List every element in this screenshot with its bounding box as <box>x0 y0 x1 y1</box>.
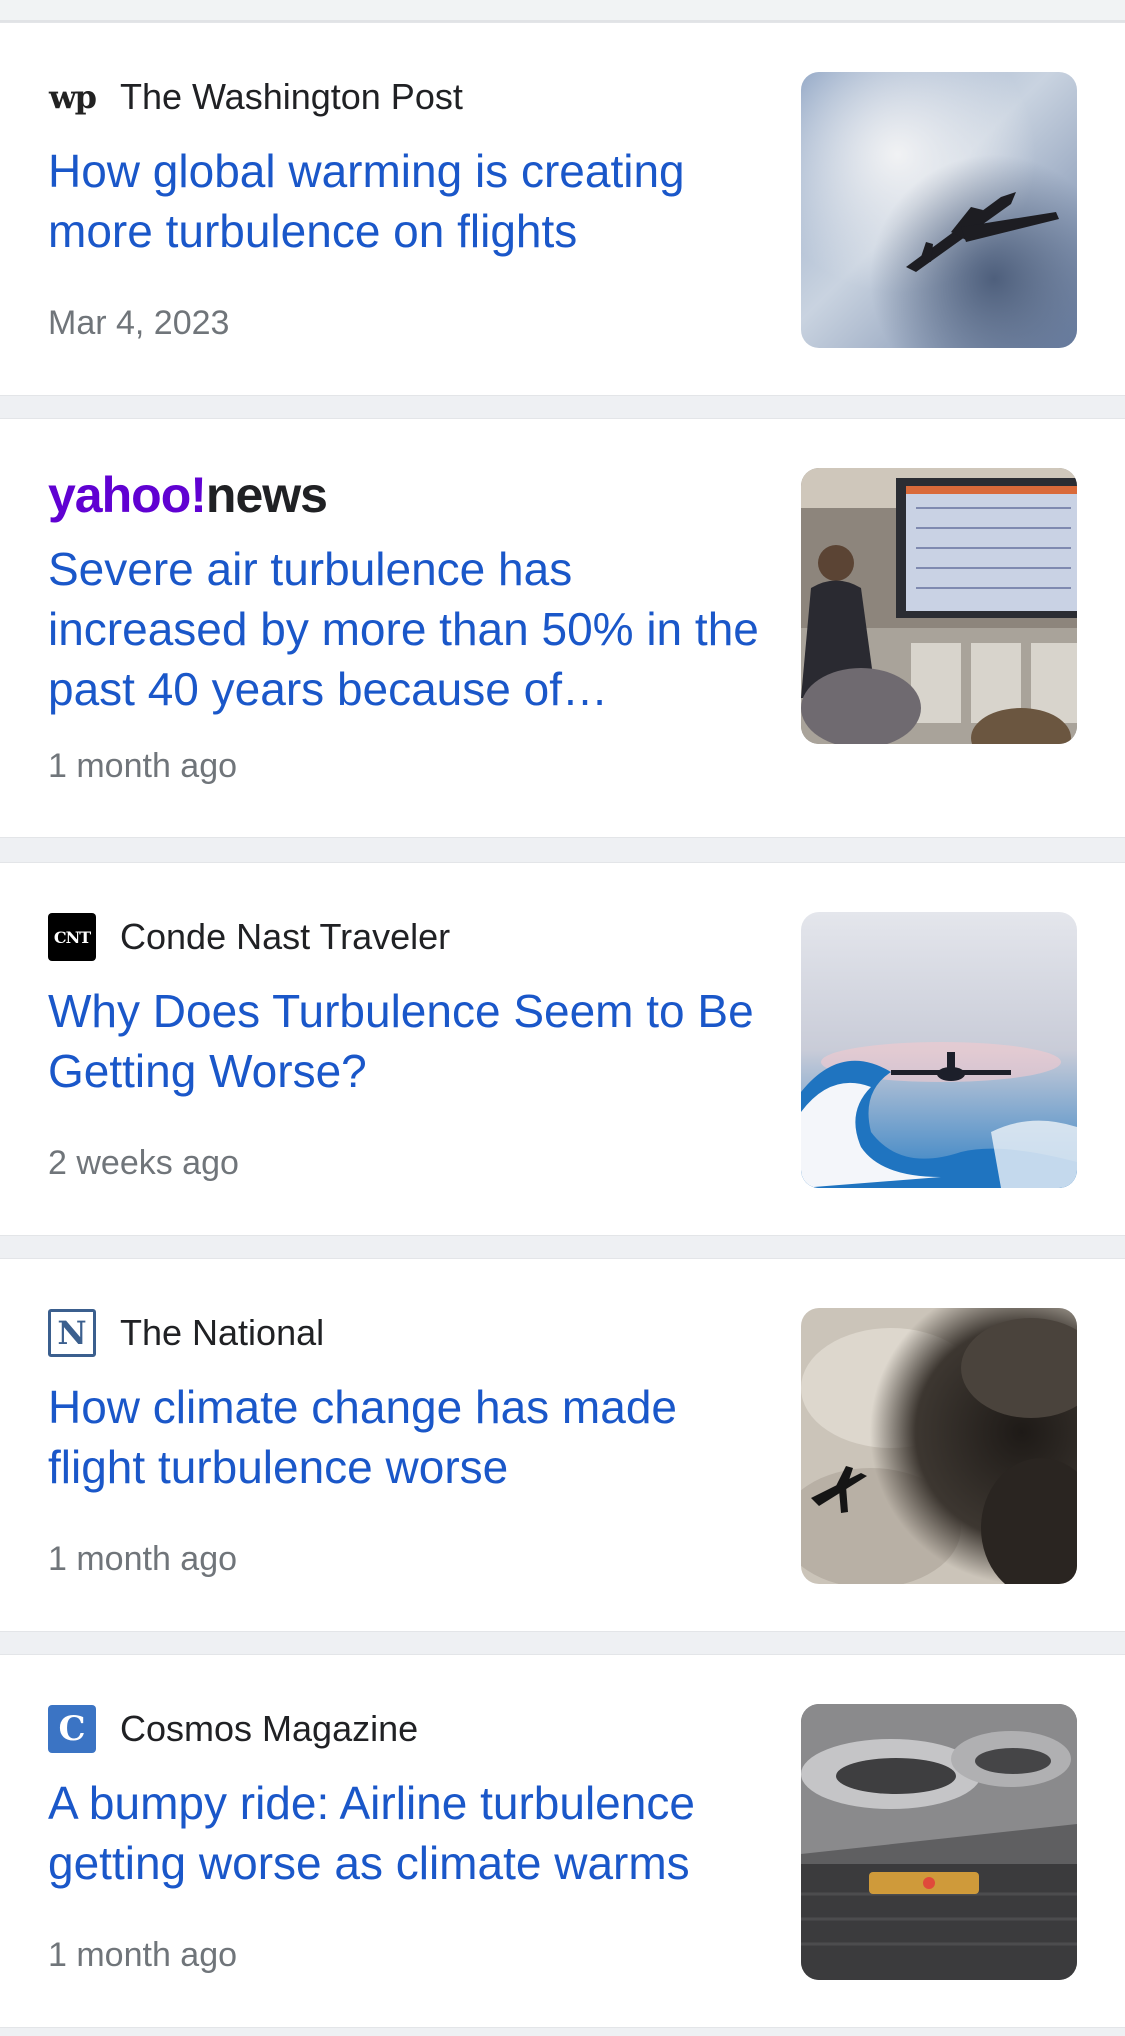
source-name: Cosmos Magazine <box>120 1708 419 1749</box>
publish-date: 2 weeks ago <box>48 1144 239 1182</box>
news-card-yahoo-news[interactable]: yahoo!news Severe air turbulence has inc… <box>0 418 1125 838</box>
cosmos-logo-icon: C <box>48 1705 96 1753</box>
news-card-the-national[interactable]: N The National How climate change has ma… <box>0 1258 1125 1632</box>
headline-link[interactable]: Severe air turbulence has increased by m… <box>48 539 768 719</box>
publish-date: 1 month ago <box>48 747 238 785</box>
headline-link[interactable]: How climate change has made flight turbu… <box>48 1377 768 1497</box>
headline-link[interactable]: Why Does Turbulence Seem to Be Getting W… <box>48 981 768 1101</box>
the-national-logo-icon: N <box>48 1309 96 1357</box>
publish-date: 1 month ago <box>48 1540 238 1578</box>
news-card-conde-nast-traveler[interactable]: CNT Conde Nast Traveler Why Does Turbule… <box>0 862 1125 1236</box>
airplane-dark-clouds-image[interactable] <box>801 1308 1077 1584</box>
source-name: The National <box>120 1312 325 1353</box>
yahoo-news-logo: yahoo!news <box>48 467 328 523</box>
publish-date: Mar 4, 2023 <box>48 304 230 342</box>
source-row: CNT Conde Nast Traveler <box>48 913 450 961</box>
wp-logo-icon: wp <box>49 78 97 116</box>
cabin-seatbelt-sign-image[interactable] <box>801 1704 1077 1980</box>
publish-date: 1 month ago <box>48 1936 238 1974</box>
source-row: C Cosmos Magazine <box>48 1705 418 1753</box>
source-row: N The National <box>48 1309 324 1357</box>
airplane-over-wave-image[interactable] <box>801 912 1077 1188</box>
headline-link[interactable]: How global warming is creating more turb… <box>48 141 768 261</box>
source-name: Conde Nast Traveler <box>120 916 451 957</box>
cnt-logo-icon: CNT <box>48 913 96 961</box>
headline-link[interactable]: A bumpy ride: Airline turbulence getting… <box>48 1773 768 1893</box>
airplane-in-clouds-image[interactable] <box>801 72 1077 348</box>
flight-attendant-cabin-image[interactable] <box>801 468 1077 744</box>
source-name: The Washington Post <box>120 76 463 117</box>
news-card-cosmos-magazine[interactable]: C Cosmos Magazine A bumpy ride: Airline … <box>0 1654 1125 2028</box>
top-divider <box>0 0 1125 22</box>
news-card-washington-post[interactable]: wp The Washington Post How global warmin… <box>0 22 1125 396</box>
source-row: wp The Washington Post <box>48 73 463 121</box>
